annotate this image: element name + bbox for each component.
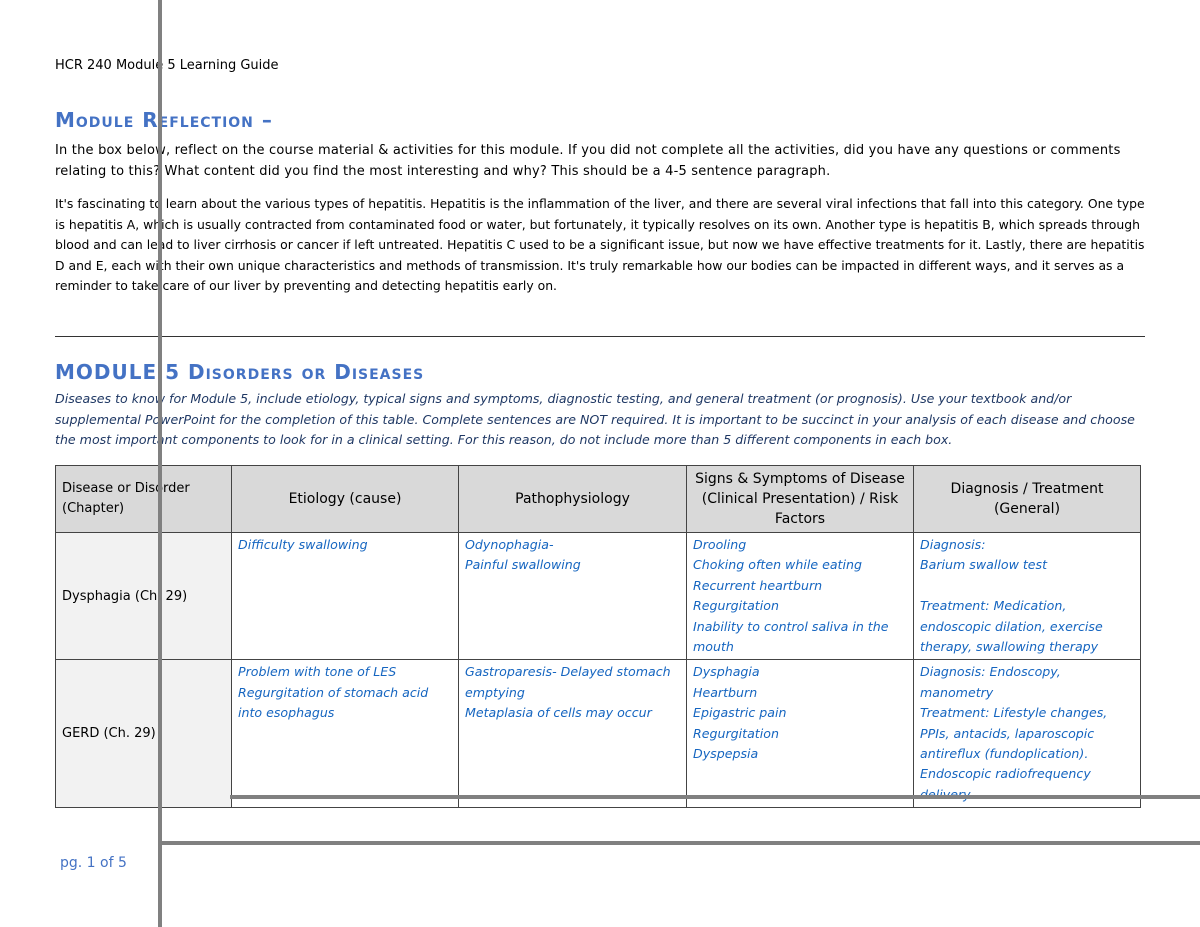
table-row: GERD (Ch. 29) Problem with tone of LES Reg… [55, 659, 1141, 809]
reflection-answer[interactable]: It's fascinating to learn about the vari… [55, 194, 1145, 297]
column-header: Signs & Symptoms of Disease (Clinical Pr… [686, 465, 914, 533]
cell-line: Barium swallow test [920, 557, 1048, 573]
cell-line: Odynophagia- [465, 537, 554, 552]
document-page: HCR 240 Module 5 Learning Guide Module R… [0, 0, 1200, 927]
table-row: Dysphagia (Ch. 29) Difficulty swallowing O… [55, 531, 1141, 661]
page-edge-horizontal [230, 795, 1200, 799]
cell-line: Drooling [693, 537, 747, 552]
cell-line: Endoscopic radiofrequency delivery [920, 766, 1091, 801]
dx-cell[interactable]: Diagnosis: Endoscopy, manometry Treatment… [913, 659, 1141, 809]
disorders-heading: MODULE 5 Disorders or Diseases [55, 360, 425, 384]
disorders-table: Disease or Disorder (Chapter) Etiology (… [55, 465, 1141, 809]
cell-line: Diagnosis: [920, 537, 986, 552]
etiology-cell[interactable]: Difficulty swallowing [231, 531, 459, 661]
column-header: Disease or Disorder (Chapter) [55, 465, 232, 533]
reflection-prompt: In the box below, reflect on the course … [55, 143, 1121, 179]
cell-line: Painful swallowing [465, 557, 581, 573]
cell-line: Heartburn [693, 684, 758, 700]
disease-name: GERD (Ch. 29) [55, 659, 232, 809]
page-edge-vertical [158, 0, 162, 927]
disorders-instructions: Diseases to know for Module 5, include e… [55, 391, 1135, 447]
cell-line: Recurrent heartburn [693, 577, 823, 593]
disease-name: Dysphagia (Ch. 29) [55, 531, 232, 661]
signs-cell[interactable]: Dysphagia Heartburn Epigastric pain Regurgi… [686, 659, 914, 809]
column-header: Diagnosis / Treatment (General) [913, 465, 1141, 533]
cell-line: Regurgitation [693, 598, 779, 614]
column-header: Etiology (cause) [231, 465, 459, 533]
divider [55, 336, 1145, 337]
patho-cell[interactable]: Odynophagia- Painful swallowing [458, 531, 687, 661]
signs-cell[interactable]: Drooling Choking often while eating Recurr… [686, 531, 914, 661]
cell-line: Regurgitation of stomach acid into esoph… [238, 684, 429, 721]
cell-line: Dyspepsia [693, 746, 759, 762]
cell-line: Dysphagia [693, 664, 760, 680]
cell-line: Regurgitation [693, 725, 779, 741]
running-header: HCR 240 Module 5 Learning Guide [55, 58, 279, 73]
cell-line: Choking often while eating [693, 557, 862, 573]
reflection-heading: Module Reflection – [55, 108, 273, 132]
cell-line: Gastroparesis- Delayed stomach emptying [465, 664, 671, 700]
patho-cell[interactable]: Gastroparesis- Delayed stomach emptying M… [458, 659, 687, 809]
cell-line: Difficulty swallowing [238, 537, 368, 552]
cell-line: Treatment: Lifestyle changes, PPIs, anta… [920, 705, 1108, 762]
cell-line: Diagnosis: Endoscopy, manometry [920, 664, 1061, 700]
page-number: pg. 1 of 5 [60, 855, 127, 871]
page-edge-horizontal [160, 841, 1200, 845]
cell-line: Epigastric pain [693, 705, 787, 721]
cell-line: Treatment: Medication, endoscopic dilati… [920, 598, 1103, 655]
etiology-cell[interactable]: Problem with tone of LES Regurgitation of… [231, 659, 459, 809]
dx-cell[interactable]: Diagnosis: Barium swallow test Treatment:… [913, 531, 1141, 661]
cell-line: Inability to control saliva in the mouth [693, 618, 889, 655]
cell-line: Problem with tone of LES [238, 664, 397, 680]
table-header-row: Disease or Disorder (Chapter) Etiology (… [55, 465, 1141, 533]
cell-line [920, 576, 1134, 596]
cell-line: Metaplasia of cells may occur [465, 705, 652, 721]
column-header: Pathophysiology [458, 465, 687, 533]
